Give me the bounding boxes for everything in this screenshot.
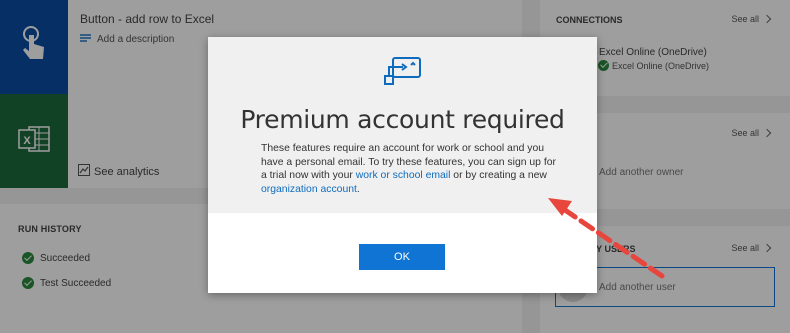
- annotation-arrow-icon: [548, 198, 665, 279]
